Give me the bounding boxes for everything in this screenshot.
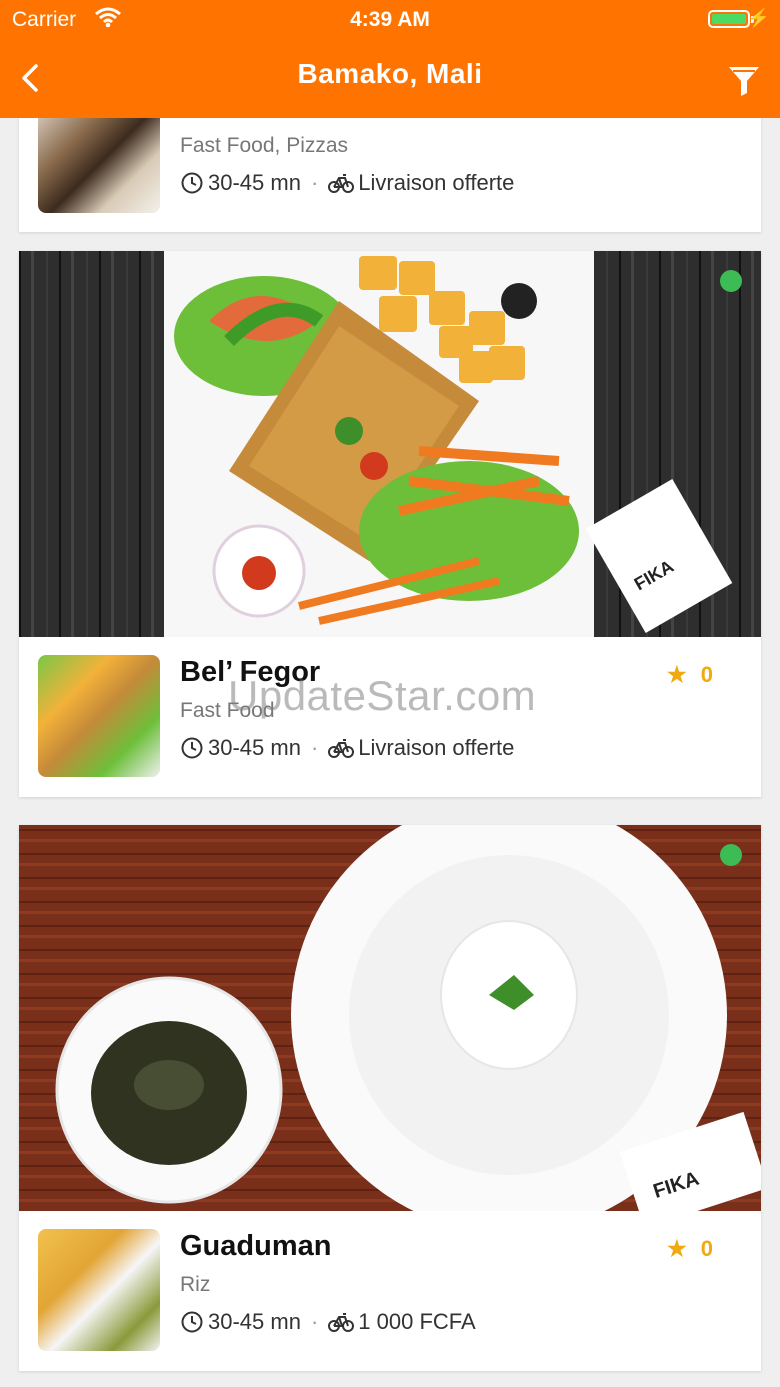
page-title: Bamako, Mali xyxy=(297,58,483,89)
filter-button[interactable] xyxy=(726,62,762,98)
restaurant-thumbnail xyxy=(38,1229,160,1351)
nav-bar: Bamako, Mali xyxy=(0,40,780,118)
food-photo: FIKA xyxy=(19,825,761,1211)
delivery-fee: Livraison offerte xyxy=(358,170,515,195)
bicycle-icon xyxy=(328,174,355,193)
rating-value: 0 xyxy=(700,662,713,687)
clock: 4:39 AM xyxy=(350,8,430,31)
delivery-fee: 1 000 FCFA xyxy=(358,1309,476,1334)
star-icon: ★ xyxy=(667,1236,687,1261)
watermark: UpdateStar.com xyxy=(228,672,537,719)
clock-icon xyxy=(181,737,203,759)
clock-icon xyxy=(181,172,203,194)
delivery-info: 30-45 mn · 1 000 FCFA xyxy=(180,1309,476,1335)
delivery-time: 30-45 mn xyxy=(208,1309,301,1334)
restaurant-category: Fast Food, Pizzas xyxy=(180,134,349,157)
rating: ★ 0 xyxy=(667,1236,713,1262)
charging-icon: ⚡ xyxy=(747,8,770,28)
battery-icon xyxy=(708,10,754,28)
restaurant-banner-image: FIKA xyxy=(19,825,761,1211)
restaurant-name: Guaduman xyxy=(180,1230,332,1262)
delivery-info: 30-45 mn · Livraison offerte xyxy=(180,170,514,196)
open-status-indicator xyxy=(720,844,742,866)
delivery-fee: Livraison offerte xyxy=(358,735,515,760)
clock-icon xyxy=(181,1311,203,1333)
restaurant-thumbnail xyxy=(38,655,160,777)
restaurant-card[interactable]: FIKA Guaduman Riz 30-45 mn · 1 000 FCFA … xyxy=(19,825,761,1371)
rating: ★ 0 xyxy=(667,662,713,688)
star-icon: ★ xyxy=(667,662,687,687)
bicycle-icon xyxy=(328,739,355,758)
delivery-time: 30-45 mn xyxy=(208,170,301,195)
food-photo: FIKA xyxy=(19,251,761,637)
restaurant-banner-image: FIKA xyxy=(19,251,761,637)
open-status-indicator xyxy=(720,270,742,292)
status-bar: Carrier 4:39 AM ⚡ xyxy=(0,0,780,40)
delivery-info: 30-45 mn · Livraison offerte xyxy=(180,735,514,761)
top-bar: Carrier 4:39 AM ⚡ Bamako, Mali xyxy=(0,0,780,118)
bicycle-icon xyxy=(328,1313,355,1332)
delivery-time: 30-45 mn xyxy=(208,735,301,760)
rating-value: 0 xyxy=(700,1236,713,1261)
restaurant-category: Riz xyxy=(180,1273,211,1296)
